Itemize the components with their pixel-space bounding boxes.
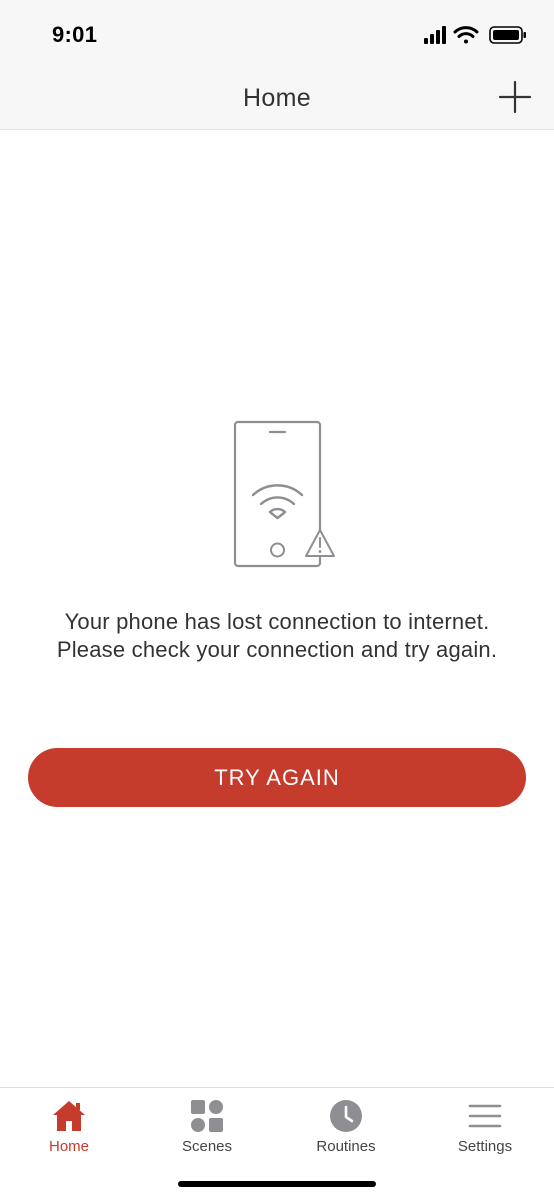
- wifi-icon: [453, 26, 479, 44]
- tab-settings-label: Settings: [457, 1138, 513, 1155]
- home-indicator: [178, 1181, 376, 1187]
- phone-no-connection-icon: [233, 420, 335, 568]
- cellular-signal-icon: [424, 26, 446, 44]
- scenes-grid-icon: [191, 1100, 223, 1132]
- top-bar: 9:01 Home: [0, 0, 554, 130]
- app-screen: 9:01 Home Your phone has lost connection…: [0, 0, 554, 1200]
- tab-settings[interactable]: Settings: [416, 1098, 554, 1168]
- try-again-button[interactable]: TRY AGAIN: [28, 748, 526, 807]
- tab-scenes-label: Scenes: [181, 1138, 233, 1155]
- battery-icon: [489, 26, 526, 44]
- home-icon: [53, 1101, 85, 1131]
- page-title: Home: [243, 84, 311, 112]
- status-time: 9:01: [52, 22, 98, 47]
- try-again-label: TRY AGAIN: [214, 764, 340, 790]
- tab-scenes[interactable]: Scenes: [138, 1098, 276, 1168]
- tab-home[interactable]: Home: [0, 1098, 138, 1168]
- clock-icon: [330, 1100, 362, 1132]
- connection-error-message: Your phone has lost connection to intern…: [56, 609, 498, 662]
- tab-routines-label: Routines: [316, 1138, 376, 1155]
- plus-icon: [498, 80, 532, 114]
- add-button[interactable]: [498, 80, 532, 114]
- status-icons: [424, 26, 526, 44]
- menu-lines-icon: [468, 1104, 502, 1128]
- tab-routines[interactable]: Routines: [277, 1098, 415, 1168]
- tab-home-label: Home: [48, 1138, 89, 1155]
